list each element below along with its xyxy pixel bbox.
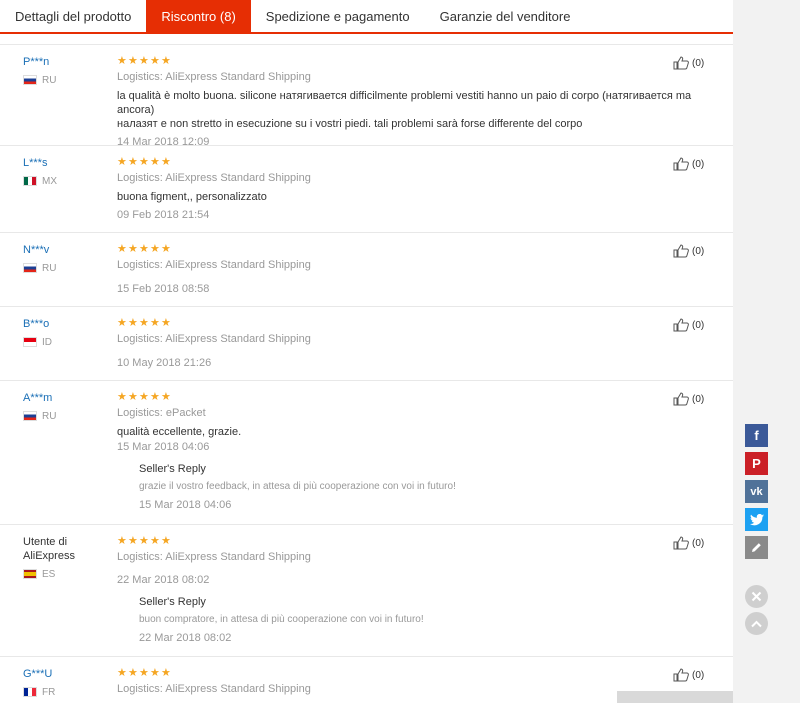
chevron-up-icon[interactable]: [745, 612, 768, 635]
seller-reply-text: buon compratore, in attesa di più cooper…: [139, 614, 424, 625]
tab-seller-guarantees[interactable]: Garanzie del venditore: [425, 0, 586, 32]
helpful-count: (0): [692, 245, 705, 257]
feedback-date: 09 Feb 2018 21:54: [117, 209, 210, 221]
feedback-item: Utente di AliExpress ES ★ ★ ★ ★ ★ Logistics: …: [0, 524, 733, 656]
user-name[interactable]: A***m: [23, 391, 113, 405]
helpful-button[interactable]: (0): [673, 56, 704, 70]
helpful-count: (0): [692, 57, 705, 69]
logistics-info: Logistics: AliExpress Standard Shipping: [117, 172, 311, 184]
pinterest-icon[interactable]: P: [745, 452, 768, 475]
helpful-button[interactable]: (0): [673, 392, 704, 406]
star-rating: ★ ★ ★ ★ ★: [117, 55, 171, 67]
helpful-button[interactable]: (0): [673, 244, 704, 258]
feedback-text: buona figment,, personalizzato: [117, 191, 267, 203]
feedback-item: N***v RU ★ ★ ★ ★ ★ Logistics: AliExpress Sta…: [0, 232, 733, 306]
feedback-date: 15 Feb 2018 08:58: [117, 283, 210, 295]
helpful-button[interactable]: (0): [673, 157, 704, 171]
flag-icon: [23, 176, 37, 186]
country-code: RU: [42, 74, 57, 86]
thumbs-up-icon: [673, 318, 689, 332]
seller-reply-date: 15 Mar 2018 04:06: [139, 499, 232, 511]
thumbs-up-icon: [673, 157, 689, 171]
feedback-date: 10 May 2018 21:26: [117, 357, 212, 369]
thumbs-up-icon: [673, 56, 689, 70]
star-rating: ★ ★ ★ ★ ★: [117, 535, 171, 547]
bottom-toolbar[interactable]: [617, 691, 733, 703]
thumbs-up-icon: [673, 244, 689, 258]
logistics-info: Logistics: AliExpress Standard Shipping: [117, 333, 311, 345]
user-name[interactable]: N***v: [23, 243, 113, 257]
helpful-button[interactable]: (0): [673, 536, 704, 550]
tab-product-details[interactable]: Dettagli del prodotto: [0, 0, 146, 32]
product-tabs: Dettagli del prodotto Riscontro (8) Sped…: [0, 0, 733, 34]
thumbs-up-icon: [673, 392, 689, 406]
thumbs-up-icon: [673, 536, 689, 550]
flag-icon: [23, 569, 37, 579]
feedback-date: 22 Mar 2018 08:02: [117, 574, 210, 586]
helpful-button[interactable]: (0): [673, 668, 704, 682]
helpful-button[interactable]: (0): [673, 318, 704, 332]
logistics-info: Logistics: ePacket: [117, 407, 206, 419]
star-rating: ★ ★ ★ ★ ★: [117, 667, 171, 679]
pencil-icon[interactable]: [745, 536, 768, 559]
helpful-count: (0): [692, 537, 705, 549]
seller-reply-text: grazie il vostro feedback, in attesa di …: [139, 481, 456, 492]
seller-reply-title: Seller's Reply: [139, 596, 206, 608]
user-name[interactable]: G***U: [23, 667, 113, 681]
country-code: RU: [42, 262, 57, 274]
star-rating: ★ ★ ★ ★ ★: [117, 317, 171, 329]
flag-icon: [23, 411, 37, 421]
user-name[interactable]: L***s: [23, 156, 113, 170]
vk-icon[interactable]: vk: [745, 480, 768, 503]
flag-icon: [23, 263, 37, 273]
helpful-count: (0): [692, 393, 705, 405]
logistics-info: Logistics: AliExpress Standard Shipping: [117, 71, 311, 83]
close-icon[interactable]: [745, 585, 768, 608]
feedback-date: 15 Mar 2018 04:06: [117, 441, 210, 453]
logistics-info: Logistics: AliExpress Standard Shipping: [117, 551, 311, 563]
star-rating: ★ ★ ★ ★ ★: [117, 243, 171, 255]
user-name[interactable]: B***o: [23, 317, 113, 331]
share-bar: f P vk: [745, 424, 768, 564]
facebook-icon[interactable]: f: [745, 424, 768, 447]
country-code: ES: [42, 568, 56, 580]
helpful-count: (0): [692, 319, 705, 331]
feedback-list: P***n RU ★ ★ ★ ★ ★ Logistics: AliExpress Sta…: [0, 44, 733, 703]
flag-icon: [23, 337, 37, 347]
country-code: FR: [42, 686, 56, 698]
helpful-count: (0): [692, 158, 705, 170]
user-name: Utente di AliExpress: [23, 536, 75, 562]
star-rating: ★ ★ ★ ★ ★: [117, 156, 171, 168]
feedback-text: la qualità è molto buona. silicone натяг…: [117, 90, 692, 130]
flag-icon: [23, 75, 37, 85]
flag-icon: [23, 687, 37, 697]
seller-reply-title: Seller's Reply: [139, 463, 206, 475]
seller-reply: Seller's Reply buon compratore, in attes…: [139, 595, 717, 645]
country-code: RU: [42, 410, 57, 422]
user-name[interactable]: P***n: [23, 55, 113, 69]
country-code: ID: [42, 336, 52, 348]
seller-reply: Seller's Reply grazie il vostro feedback…: [139, 462, 717, 512]
feedback-item: A***m RU ★ ★ ★ ★ ★ Logistics: ePacket qualit…: [0, 380, 733, 524]
seller-reply-date: 22 Mar 2018 08:02: [139, 632, 232, 644]
feedback-text: qualità eccellente, grazie.: [117, 426, 242, 438]
feedback-item: B***o ID ★ ★ ★ ★ ★ Logistics: AliExpress Sta…: [0, 306, 733, 380]
twitter-icon[interactable]: [745, 508, 768, 531]
logistics-info: Logistics: AliExpress Standard Shipping: [117, 259, 311, 271]
helpful-count: (0): [692, 669, 705, 681]
star-rating: ★ ★ ★ ★ ★: [117, 391, 171, 403]
feedback-item: P***n RU ★ ★ ★ ★ ★ Logistics: AliExpress Sta…: [0, 44, 733, 148]
tab-shipping-payment[interactable]: Spedizione e pagamento: [251, 0, 425, 32]
feedback-item: L***s MX ★ ★ ★ ★ ★ Logistics: AliExpress Sta…: [0, 145, 733, 232]
country-code: MX: [42, 175, 57, 187]
thumbs-up-icon: [673, 668, 689, 682]
tab-feedback[interactable]: Riscontro (8): [146, 0, 251, 32]
